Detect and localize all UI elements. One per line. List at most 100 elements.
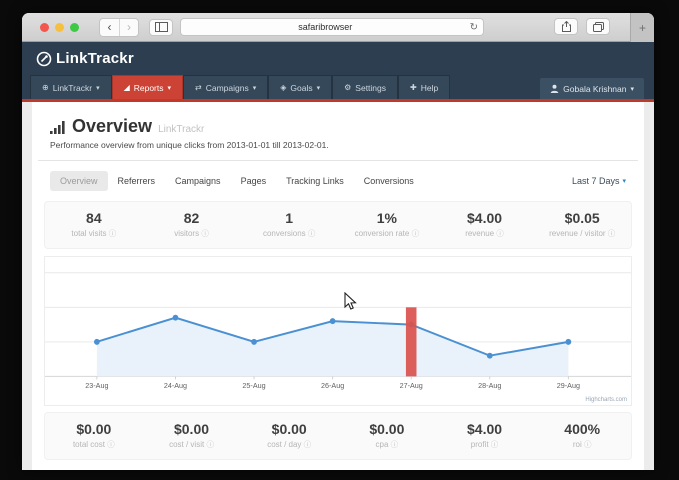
history-nav-buttons: ‹ › [99, 18, 139, 37]
help-icon: ✚ [410, 83, 417, 92]
mouse-cursor [344, 292, 358, 312]
stat-value: $4.00 [436, 210, 534, 226]
maximize-window-button[interactable] [70, 23, 79, 32]
back-button[interactable]: ‹ [100, 19, 119, 36]
stat-label: cost / day ⓘ [240, 439, 338, 450]
page-title-row: Overview LinkTrackr [38, 102, 638, 137]
stat-label: cpa ⓘ [338, 439, 436, 450]
new-tab-button[interactable]: + [630, 13, 654, 42]
stat-value: 400% [533, 421, 631, 437]
nav-item-campaigns[interactable]: ⇄ Campaigns ▾ [183, 75, 268, 99]
stat-value: 1% [338, 210, 436, 226]
report-tabs: Overview Referrers Campaigns Pages Track… [50, 171, 626, 191]
info-icon[interactable]: ⓘ [391, 440, 399, 449]
chevron-down-icon: ▾ [317, 84, 321, 92]
chevron-down-icon: ▾ [168, 84, 172, 92]
visits-chart-panel: 23-Aug24-Aug25-Aug26-Aug27-Aug28-Aug29-A… [44, 256, 632, 406]
info-icon[interactable]: ⓘ [109, 229, 117, 238]
tab-campaigns[interactable]: Campaigns [165, 171, 231, 191]
tab-tracking-links[interactable]: Tracking Links [276, 171, 354, 191]
address-bar[interactable]: safaribrowser ↻ [180, 18, 484, 36]
nav-item-linktrackr[interactable]: ⊕ LinkTrackr ▾ [30, 75, 112, 99]
content-card: Overview LinkTrackr Performance overview… [32, 102, 644, 470]
stat-revenue-visitor: $0.05 revenue / visitor ⓘ [533, 210, 631, 239]
info-icon[interactable]: ⓘ [206, 440, 214, 449]
stat-value: $0.00 [240, 421, 338, 437]
svg-text:27-Aug: 27-Aug [400, 381, 423, 390]
sidebar-toggle-button[interactable] [149, 19, 173, 36]
date-range-dropdown[interactable]: Last 7 Days ▾ [572, 176, 626, 186]
stat-label: conversions ⓘ [240, 228, 338, 239]
info-icon[interactable]: ⓘ [491, 440, 499, 449]
toolbar-right-buttons [554, 18, 610, 35]
tab-referrers[interactable]: Referrers [108, 171, 166, 191]
info-icon[interactable]: ⓘ [496, 229, 504, 238]
tab-conversions[interactable]: Conversions [354, 171, 424, 191]
stat-total-cost: $0.00 total cost ⓘ [45, 421, 143, 450]
nav-item-reports[interactable]: ◢ Reports ▾ [112, 75, 183, 99]
visits-area-chart[interactable]: 23-Aug24-Aug25-Aug26-Aug27-Aug28-Aug29-A… [45, 257, 631, 405]
stat-label: profit ⓘ [436, 439, 534, 450]
svg-text:25-Aug: 25-Aug [242, 381, 265, 390]
close-window-button[interactable] [40, 23, 49, 32]
nav-label: Help [421, 83, 438, 93]
chevron-down-icon: ▾ [630, 85, 634, 93]
url-text: safaribrowser [181, 22, 470, 32]
window-controls [40, 23, 79, 32]
stat-label: conversion rate ⓘ [338, 228, 436, 239]
info-icon[interactable]: ⓘ [304, 440, 312, 449]
share-button[interactable] [554, 18, 578, 35]
info-icon[interactable]: ⓘ [308, 229, 316, 238]
stat-total-visits: 84 total visits ⓘ [45, 210, 143, 239]
diamond-icon: ◈ [280, 83, 286, 92]
browser-toolbar: ‹ › safaribrowser ↻ [22, 13, 654, 42]
linktrackr-logo[interactable]: LinkTrackr [36, 50, 134, 67]
stat-conversion-rate: 1% conversion rate ⓘ [338, 210, 436, 239]
tab-pages[interactable]: Pages [231, 171, 277, 191]
main-nav: ⊕ LinkTrackr ▾ ◢ Reports ▾ ⇄ Campaigns ▾… [22, 75, 654, 99]
svg-text:23-Aug: 23-Aug [85, 381, 108, 390]
nav-item-help[interactable]: ✚ Help [398, 75, 450, 99]
info-icon[interactable]: ⓘ [201, 229, 209, 238]
page-content: Overview LinkTrackr Performance overview… [22, 102, 654, 470]
minimize-window-button[interactable] [55, 23, 64, 32]
stat-label: total cost ⓘ [45, 439, 143, 450]
info-icon[interactable]: ⓘ [412, 229, 420, 238]
stat-value: $0.00 [338, 421, 436, 437]
tab-overview-button[interactable] [586, 18, 610, 35]
site-header: LinkTrackr [22, 42, 654, 75]
nav-label: Settings [355, 83, 386, 93]
stat-value: $0.00 [143, 421, 241, 437]
stat-visitors: 82 visitors ⓘ [143, 210, 241, 239]
stat-value: 82 [143, 210, 241, 226]
nav-item-settings[interactable]: ⚙ Settings [332, 75, 398, 99]
nav-label: Goals [290, 83, 312, 93]
page-title-suffix: LinkTrackr [158, 124, 204, 135]
user-icon [550, 84, 559, 93]
date-range-label: Last 7 Days [572, 176, 620, 186]
nav-label: Reports [134, 83, 164, 93]
stat-value: $4.00 [436, 421, 534, 437]
chart-credit[interactable]: Highcharts.com [585, 397, 627, 403]
reload-icon[interactable]: ↻ [470, 22, 478, 33]
globe-icon: ⊕ [42, 83, 49, 92]
forward-button[interactable]: › [119, 19, 138, 36]
chevron-down-icon: ▾ [253, 84, 257, 92]
stat-value: 1 [240, 210, 338, 226]
stats-panel-bottom: $0.00 total cost ⓘ $0.00 cost / visit ⓘ … [44, 412, 632, 460]
info-icon[interactable]: ⓘ [107, 440, 115, 449]
stat-roi: 400% roi ⓘ [533, 421, 631, 450]
linktrackr-logo-icon [36, 51, 52, 67]
stat-label: revenue / visitor ⓘ [533, 228, 631, 239]
nav-item-goals[interactable]: ◈ Goals ▾ [268, 75, 332, 99]
stat-label: revenue ⓘ [436, 228, 534, 239]
info-icon[interactable]: ⓘ [584, 440, 592, 449]
chart-icon: ◢ [124, 83, 130, 92]
plus-icon: + [639, 21, 646, 35]
info-icon[interactable]: ⓘ [608, 229, 616, 238]
user-menu[interactable]: Gobala Krishnan ▾ [540, 78, 644, 99]
stat-cost-visit: $0.00 cost / visit ⓘ [143, 421, 241, 450]
tab-overview[interactable]: Overview [50, 171, 108, 191]
stat-revenue: $4.00 revenue ⓘ [436, 210, 534, 239]
browser-window: ‹ › safaribrowser ↻ [22, 13, 654, 470]
